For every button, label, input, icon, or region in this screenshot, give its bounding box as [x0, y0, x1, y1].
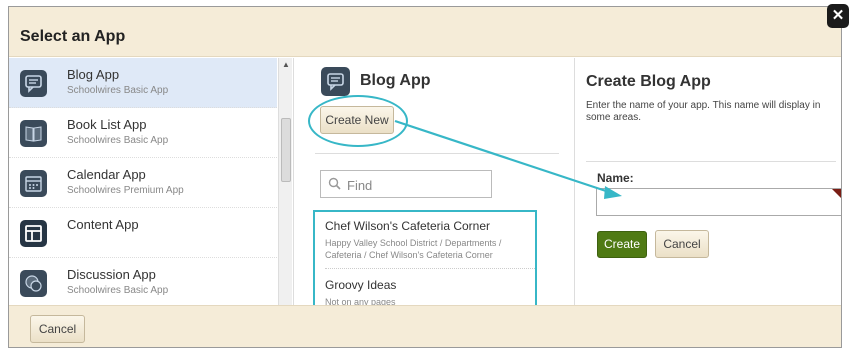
name-input[interactable]	[596, 188, 841, 216]
app-item-discussion[interactable]: Discussion App Schoolwires Basic App	[9, 258, 277, 307]
app-item-name: Calendar App	[67, 167, 146, 182]
required-indicator-icon	[832, 189, 841, 203]
chat-bubble-icon	[20, 70, 47, 97]
search-input[interactable]: Find	[320, 170, 492, 198]
app-detail-panel: Blog App Create New Find Chef Wilson's C…	[293, 58, 573, 317]
result-path: Happy Valley School District / Departmen…	[325, 238, 502, 260]
cancel-button[interactable]: Cancel	[655, 230, 709, 258]
app-detail-title: Blog App	[360, 72, 431, 89]
app-item-book-list[interactable]: Book List App Schoolwires Basic App	[9, 108, 277, 158]
dialog-header: Select an App	[9, 7, 841, 57]
book-icon	[20, 120, 47, 147]
scroll-thumb[interactable]	[281, 118, 291, 182]
app-item-calendar[interactable]: Calendar App Schoolwires Premium App	[9, 158, 277, 208]
name-label: Name:	[597, 171, 634, 185]
app-instances-list: Chef Wilson's Cafeteria Corner Happy Val…	[313, 210, 537, 317]
chat-bubble-icon	[321, 67, 350, 96]
discussion-icon	[20, 270, 47, 297]
footer-cancel-button[interactable]: Cancel	[30, 315, 85, 343]
app-item-name: Book List App	[67, 117, 147, 132]
app-item-subtitle: Schoolwires Basic App	[67, 85, 169, 96]
result-title[interactable]: Chef Wilson's Cafeteria Corner	[325, 219, 490, 233]
divider	[586, 161, 836, 162]
search-placeholder: Find	[347, 178, 373, 193]
dialog-footer: Cancel	[9, 305, 841, 347]
app-item-subtitle: Schoolwires Basic App	[67, 285, 169, 296]
divider	[315, 153, 559, 154]
select-app-dialog: Select an App Blog App Schoolwires Basic…	[8, 6, 842, 348]
create-new-button[interactable]: Create New	[320, 106, 394, 134]
app-list: Blog App Schoolwires Basic App Book List…	[9, 58, 292, 307]
app-item-name: Blog App	[67, 67, 120, 82]
calendar-icon	[20, 170, 47, 197]
app-item-subtitle: Schoolwires Basic App	[67, 135, 169, 146]
search-icon	[328, 177, 341, 190]
app-item-name: Discussion App	[67, 267, 156, 282]
dialog-title: Select an App	[20, 28, 126, 45]
app-list-scrollbar[interactable]: ▲	[278, 58, 292, 307]
app-item-content[interactable]: Content App	[9, 208, 277, 258]
divider	[325, 268, 535, 269]
create-app-description: Enter the name of your app. This name wi…	[586, 100, 821, 123]
create-app-panel: Create Blog App Enter the name of your a…	[574, 58, 841, 307]
content-layout-icon	[20, 220, 47, 247]
create-button[interactable]: Create	[597, 231, 647, 258]
app-item-subtitle: Schoolwires Premium App	[67, 185, 184, 196]
scroll-up-arrow-icon[interactable]: ▲	[282, 60, 290, 69]
app-item-blog[interactable]: Blog App Schoolwires Basic App	[9, 58, 277, 108]
close-icon[interactable]: ✕	[827, 4, 849, 28]
app-item-name: Content App	[67, 217, 139, 232]
result-title[interactable]: Groovy Ideas	[325, 278, 396, 292]
create-app-title: Create Blog App	[586, 73, 711, 90]
